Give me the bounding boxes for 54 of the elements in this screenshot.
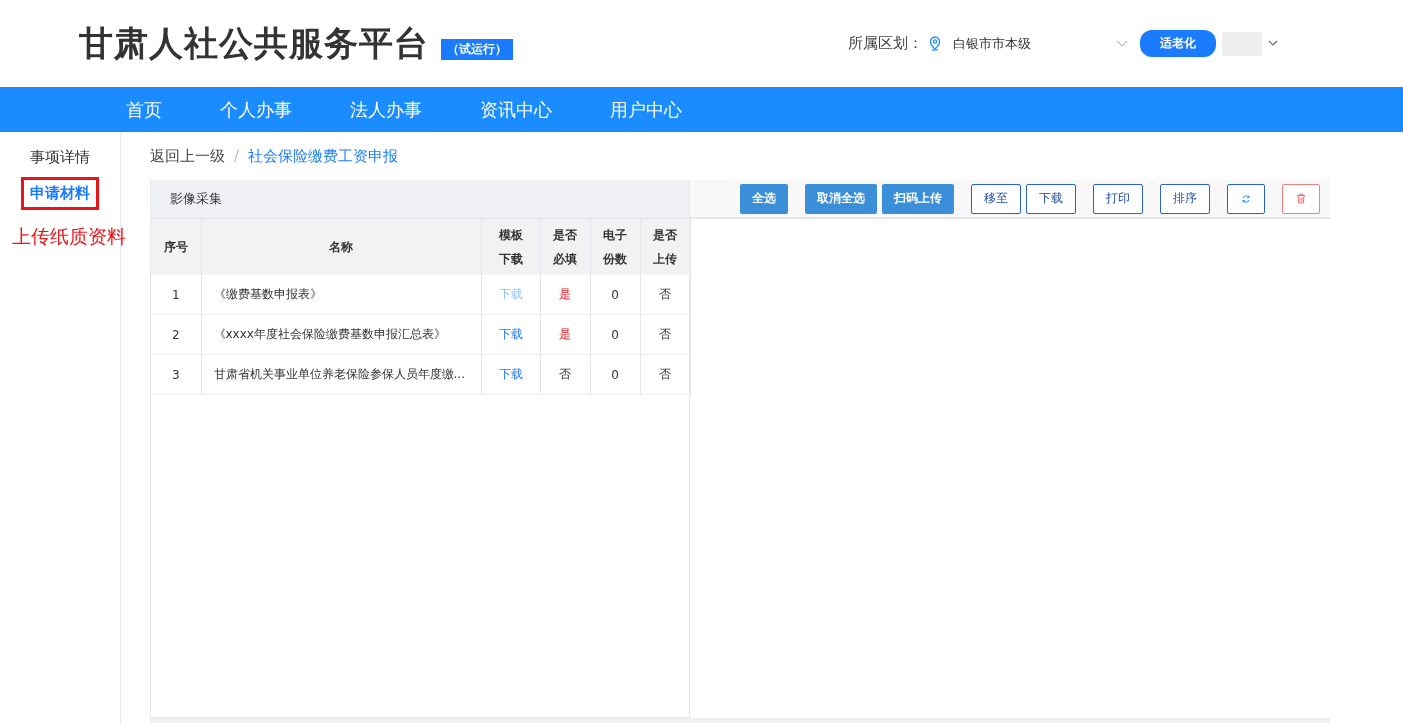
table-cell: 否 [640,354,690,395]
table-cell: 2 [151,314,201,355]
toolbar-button[interactable]: 移至 [971,183,1021,214]
breadcrumb-current: 社会保险缴费工资申报 [248,146,399,166]
breadcrumb-separator: / [234,147,240,165]
delete-button[interactable] [1282,183,1320,214]
chevron-down-icon[interactable] [1268,40,1278,47]
download-link[interactable]: 下载 [498,367,523,381]
column-header: 电子份数 [590,219,640,275]
nav-item[interactable]: 首页 [126,97,162,122]
nav-item[interactable]: 用户中心 [610,97,682,122]
nav-item[interactable]: 资讯中心 [480,97,552,122]
table-cell: 3 [151,354,201,395]
table-cell: 是 [559,287,571,301]
table-cell: 是 [559,327,571,341]
location-pin-icon [929,36,941,51]
back-link[interactable]: 返回上一级 [150,146,225,166]
toolbar-button[interactable]: 排序 [1160,183,1210,214]
elder-mode-button[interactable]: 适老化 [1140,30,1216,57]
sidebar-item[interactable]: 事项详情 [24,144,96,171]
toolbar-button[interactable]: 全选 [740,183,788,214]
column-header: 模板下载 [481,219,540,275]
column-header: 是否上传 [640,219,690,275]
trial-badge: （试运行） [441,39,513,60]
panel-title: 影像采集 [170,190,222,208]
table-cell: 否 [640,275,690,315]
table-cell: 否 [559,367,571,381]
region-label: 所属区划： [848,34,923,53]
table-cell: 0 [590,314,640,355]
download-link[interactable]: 下载 [498,327,523,341]
toolbar-button[interactable]: 打印 [1093,183,1143,214]
refresh-button[interactable] [1227,183,1265,214]
trash-icon [1296,193,1306,204]
table-cell: 0 [590,275,640,315]
nav-item[interactable]: 个人办事 [220,97,292,122]
table-cell: 《xxxx年度社会保险缴费基数申报汇总表》 [201,314,481,355]
toolbar-button[interactable]: 扫码上传 [882,183,954,214]
column-header: 名称 [201,219,481,275]
region-select[interactable]: 白银市市本级 [953,34,1128,53]
toolbar-button[interactable]: 取消全选 [805,183,877,214]
table-cell: 甘肃省机关事业单位养老保险参保人员年度缴... [201,354,481,395]
table-cell: 《缴费基数申报表》 [201,275,481,315]
column-header: 序号 [151,219,201,275]
nav-item[interactable]: 法人办事 [350,97,422,122]
column-header: 是否必填 [540,219,590,275]
sidebar-item[interactable]: 申请材料 [21,177,99,210]
chevron-down-icon [1116,39,1128,48]
table-cell: 1 [151,275,201,315]
site-title: 甘肃人社公共服务平台 [79,21,429,65]
annotation-text: 上传纸质资料 [12,224,126,249]
table-cell: 0 [590,354,640,395]
refresh-icon [1241,193,1251,204]
table-cell: 否 [640,314,690,355]
toolbar-button[interactable]: 下载 [1026,183,1076,214]
